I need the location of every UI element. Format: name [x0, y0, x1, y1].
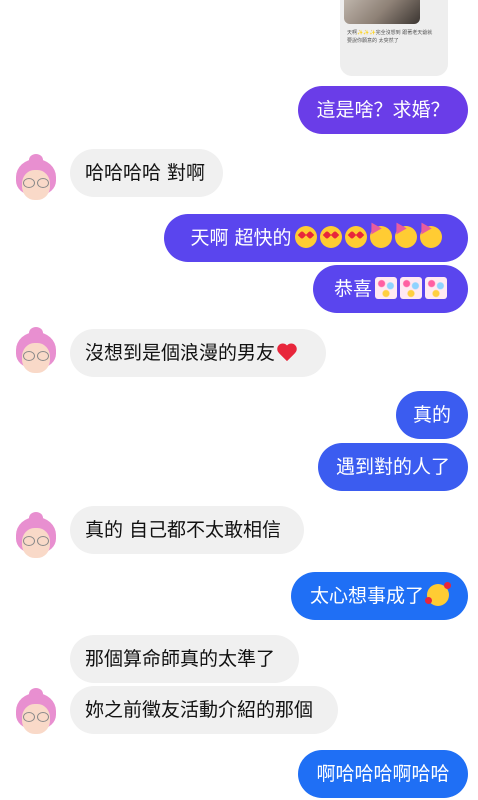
avatar-glasses: [23, 178, 49, 188]
smiling-face-with-hearts-icon: [425, 582, 451, 606]
red-heart-icon: [277, 342, 297, 362]
outgoing-message[interactable]: 遇到對的人了: [318, 443, 468, 491]
message-thread: 天啊✨✨✨完全沒想到 跟著老天爺就要說你願意的 太突然了 這是啥？求婚？ 哈哈哈…: [0, 0, 478, 800]
message-text: 真的 自己都不太敢相信: [85, 519, 282, 541]
message-text: 太心想事成了: [309, 585, 424, 607]
message-text: 這是啥？求婚？: [316, 99, 450, 121]
incoming-message[interactable]: 哈哈哈哈 對啊: [70, 149, 223, 197]
avatar-glasses: [23, 712, 49, 722]
message-text: 恭喜: [333, 278, 372, 300]
incoming-message[interactable]: 沒想到是個浪漫的男友: [70, 329, 326, 377]
party-face-icon: [369, 226, 392, 248]
shared-post-caption: 天啊✨✨✨完全沒想到 跟著老天爺就要說你願意的 太突然了: [347, 30, 433, 44]
avatar-glasses: [23, 536, 49, 546]
avatar-glasses: [23, 351, 49, 361]
heart-eyes-icon: [319, 226, 342, 248]
shared-post-card[interactable]: 天啊✨✨✨完全沒想到 跟著老天爺就要說你願意的 太突然了: [340, 0, 448, 76]
incoming-message[interactable]: 真的 自己都不太敢相信: [70, 506, 304, 554]
outgoing-message[interactable]: 太心想事成了: [291, 572, 468, 620]
message-text: 遇到對的人了: [335, 456, 450, 478]
party-face-icon: [394, 226, 417, 248]
contact-avatar[interactable]: [13, 512, 59, 562]
message-text: 天啊 超快的: [190, 227, 292, 249]
message-text: 那個算命師真的太準了: [85, 648, 276, 670]
heart-eyes-icon: [344, 226, 367, 248]
message-text: 妳之前徵友活動介紹的那個: [85, 699, 314, 721]
outgoing-message[interactable]: 真的: [396, 391, 468, 439]
message-text: 真的: [412, 404, 451, 426]
contact-avatar[interactable]: [13, 688, 59, 738]
contact-avatar[interactable]: [13, 154, 59, 204]
incoming-message[interactable]: 那個算命師真的太準了: [70, 635, 299, 683]
contact-avatar[interactable]: [13, 327, 59, 377]
outgoing-message[interactable]: 天啊 超快的: [164, 214, 468, 262]
shared-post-photo[interactable]: [344, 0, 420, 24]
message-text: 哈哈哈哈 對啊: [85, 162, 206, 184]
message-text: 啊哈哈哈啊哈哈: [316, 763, 450, 785]
party-face-icon: [419, 226, 442, 248]
outgoing-message[interactable]: 這是啥？求婚？: [298, 86, 468, 134]
confetti-icon: [425, 277, 447, 299]
incoming-message[interactable]: 妳之前徵友活動介紹的那個: [70, 686, 338, 734]
message-text: 沒想到是個浪漫的男友: [85, 342, 276, 364]
heart-eyes-icon: [294, 226, 317, 248]
confetti-icon: [375, 277, 397, 299]
outgoing-message[interactable]: 恭喜: [313, 265, 468, 313]
outgoing-message[interactable]: 啊哈哈哈啊哈哈: [298, 750, 468, 798]
confetti-icon: [400, 277, 422, 299]
